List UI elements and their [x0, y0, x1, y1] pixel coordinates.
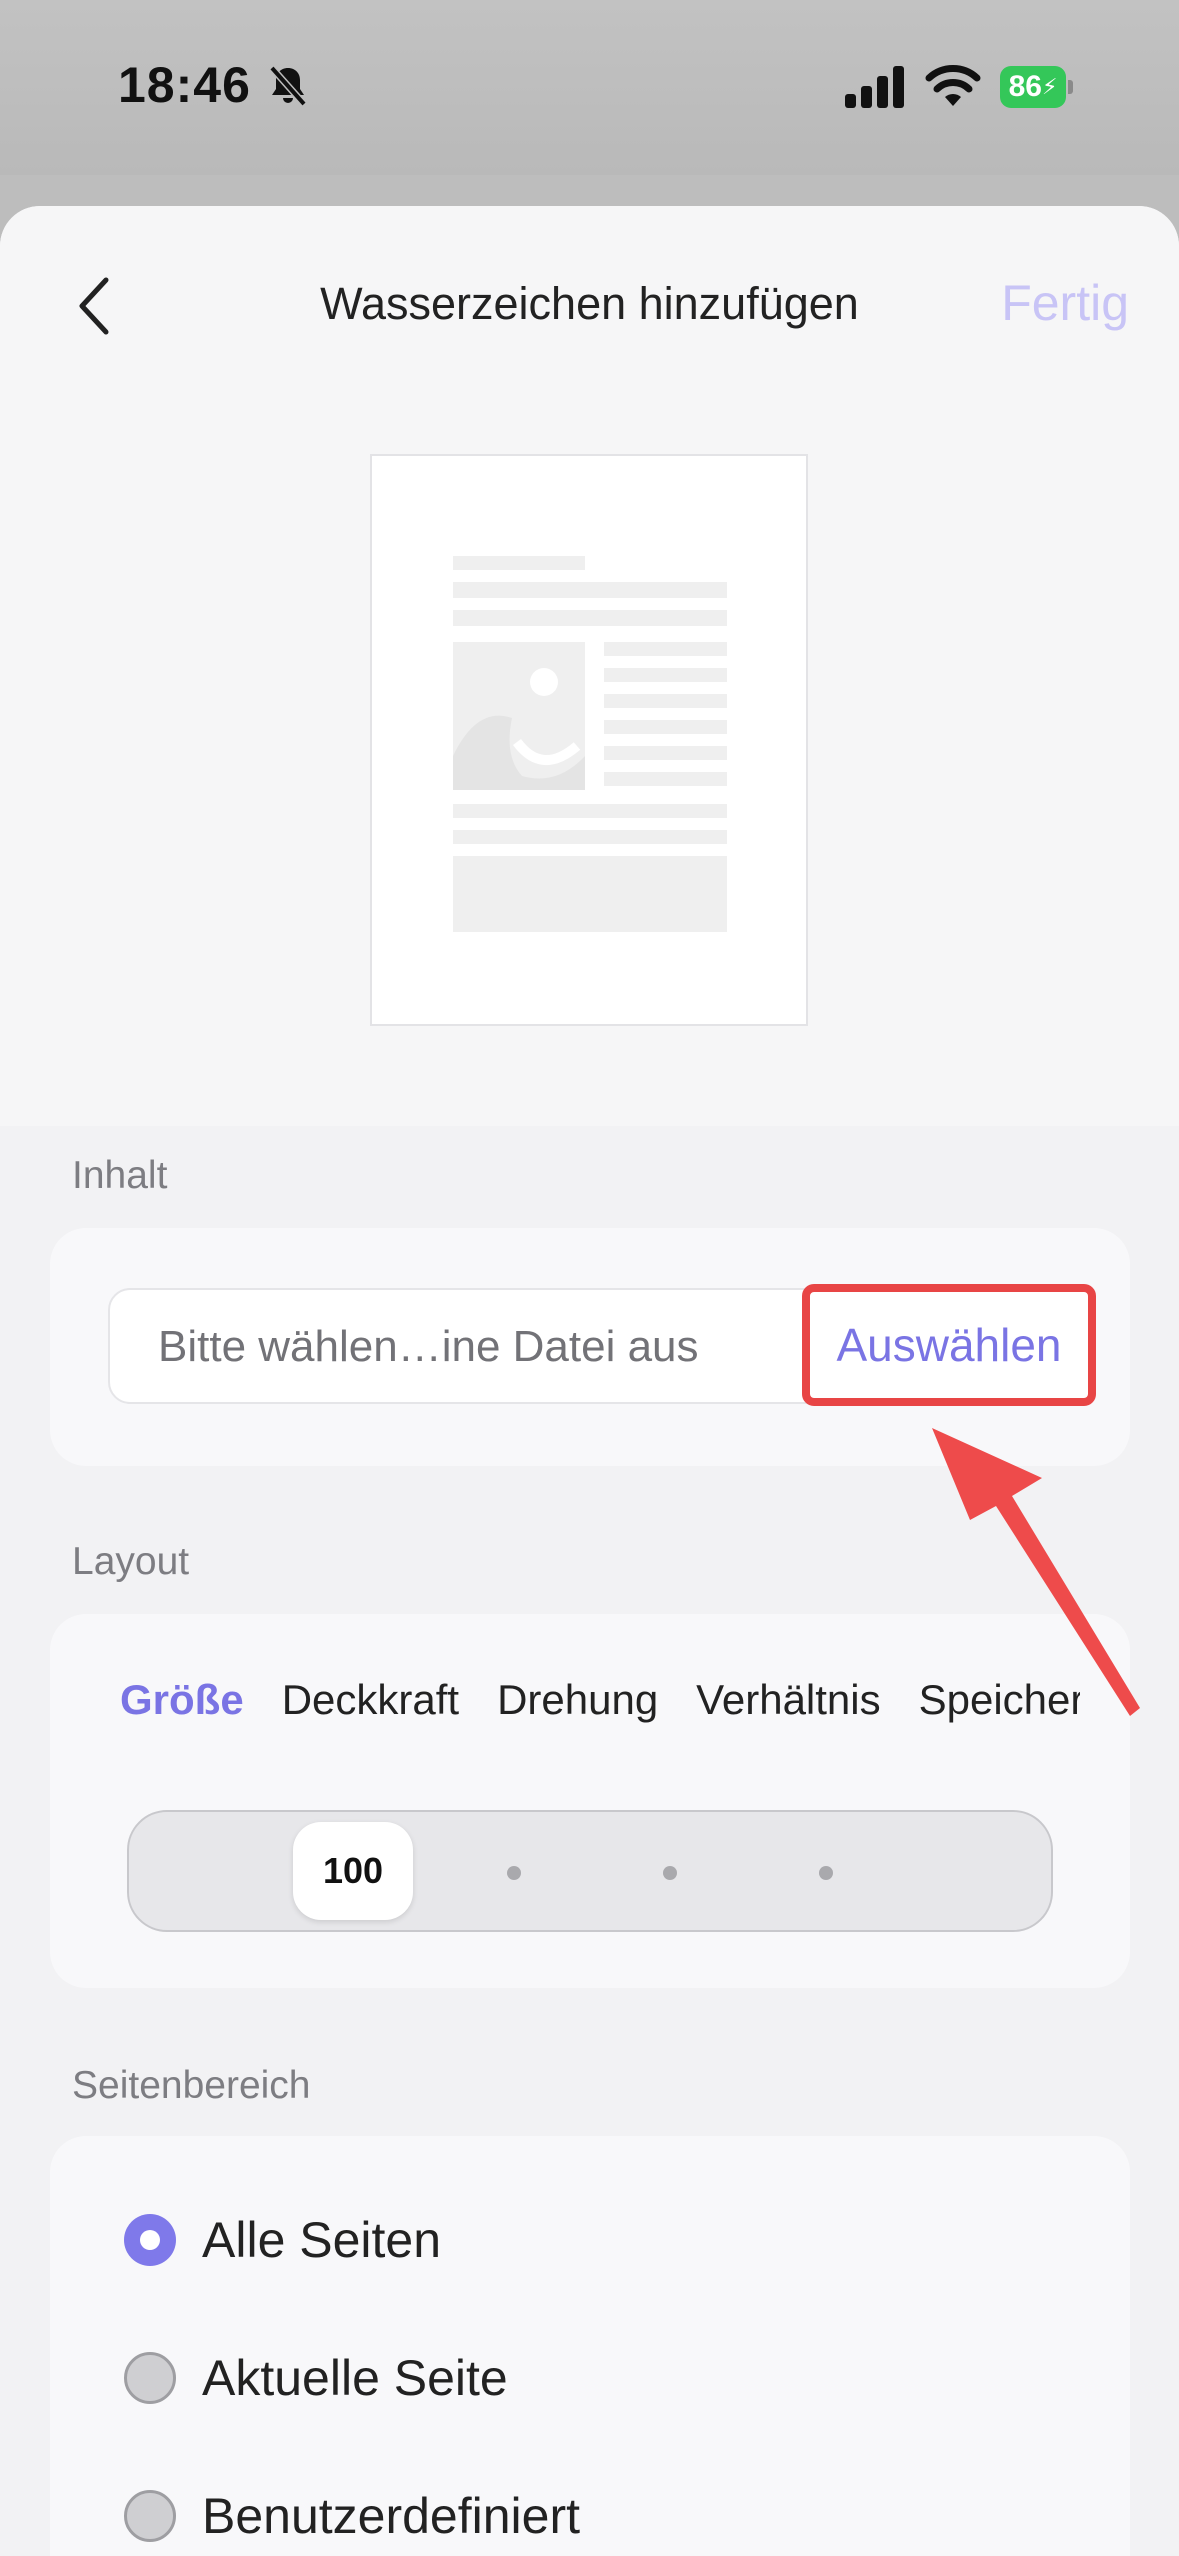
document-preview — [370, 454, 808, 1026]
battery-charging-icon: 86 ⚡ — [1000, 66, 1073, 108]
option-label: Alle Seiten — [202, 2212, 442, 2268]
file-field-placeholder: Bitte wählen…ine Datei aus — [158, 1322, 699, 1371]
page-range-section-label: Seitenbereich — [72, 2064, 311, 2107]
bell-slash-icon — [269, 65, 307, 107]
tab-size[interactable]: Größe — [120, 1676, 244, 1724]
option-custom[interactable]: Benutzerdefiniert — [124, 2476, 580, 2556]
slider-step-dot — [507, 1866, 521, 1880]
option-current-page[interactable]: Aktuelle Seite — [124, 2338, 508, 2418]
battery-level: 86 — [1008, 70, 1042, 103]
tab-rotation[interactable]: Drehung — [497, 1676, 658, 1724]
layout-section-label: Layout — [72, 1540, 190, 1583]
document-placeholder-illustration — [453, 556, 727, 932]
slider-step-dot — [819, 1866, 833, 1880]
watermark-file-field[interactable]: Bitte wählen…ine Datei aus Auswählen — [108, 1284, 1096, 1406]
radio-unselected-icon[interactable] — [124, 2352, 176, 2404]
option-all-pages[interactable]: Alle Seiten — [124, 2200, 441, 2280]
option-label: Aktuelle Seite — [202, 2350, 508, 2406]
page-range-card: Alle Seiten Aktuelle Seite Benutzerdefin… — [50, 2136, 1130, 2556]
tab-ratio[interactable]: Verhältnis — [696, 1676, 880, 1724]
cellular-signal-icon — [845, 66, 904, 108]
done-button[interactable]: Fertig — [1001, 274, 1129, 332]
wifi-icon — [925, 65, 981, 106]
status-time: 18:46 — [118, 57, 251, 113]
slider-step-dot — [663, 1866, 677, 1880]
status-bar: 18:46 86 ⚡ — [0, 0, 1179, 175]
watermark-sheet: Wasserzeichen hinzufügen Fertig Inhalt B… — [0, 206, 1179, 2556]
option-label: Benutzerdefiniert — [202, 2488, 581, 2544]
size-slider-knob[interactable]: 100 — [293, 1822, 413, 1920]
annotation-arrow-icon — [932, 1428, 1140, 1716]
content-section-label: Inhalt — [72, 1154, 168, 1197]
size-slider[interactable]: 100 — [127, 1810, 1053, 1932]
preview-area: Wasserzeichen hinzufügen Fertig — [0, 206, 1179, 1126]
choose-file-button[interactable]: Auswählen — [802, 1284, 1096, 1406]
tab-opacity[interactable]: Deckkraft — [282, 1676, 459, 1724]
radio-selected-icon[interactable] — [124, 2214, 176, 2266]
radio-unselected-icon[interactable] — [124, 2490, 176, 2542]
